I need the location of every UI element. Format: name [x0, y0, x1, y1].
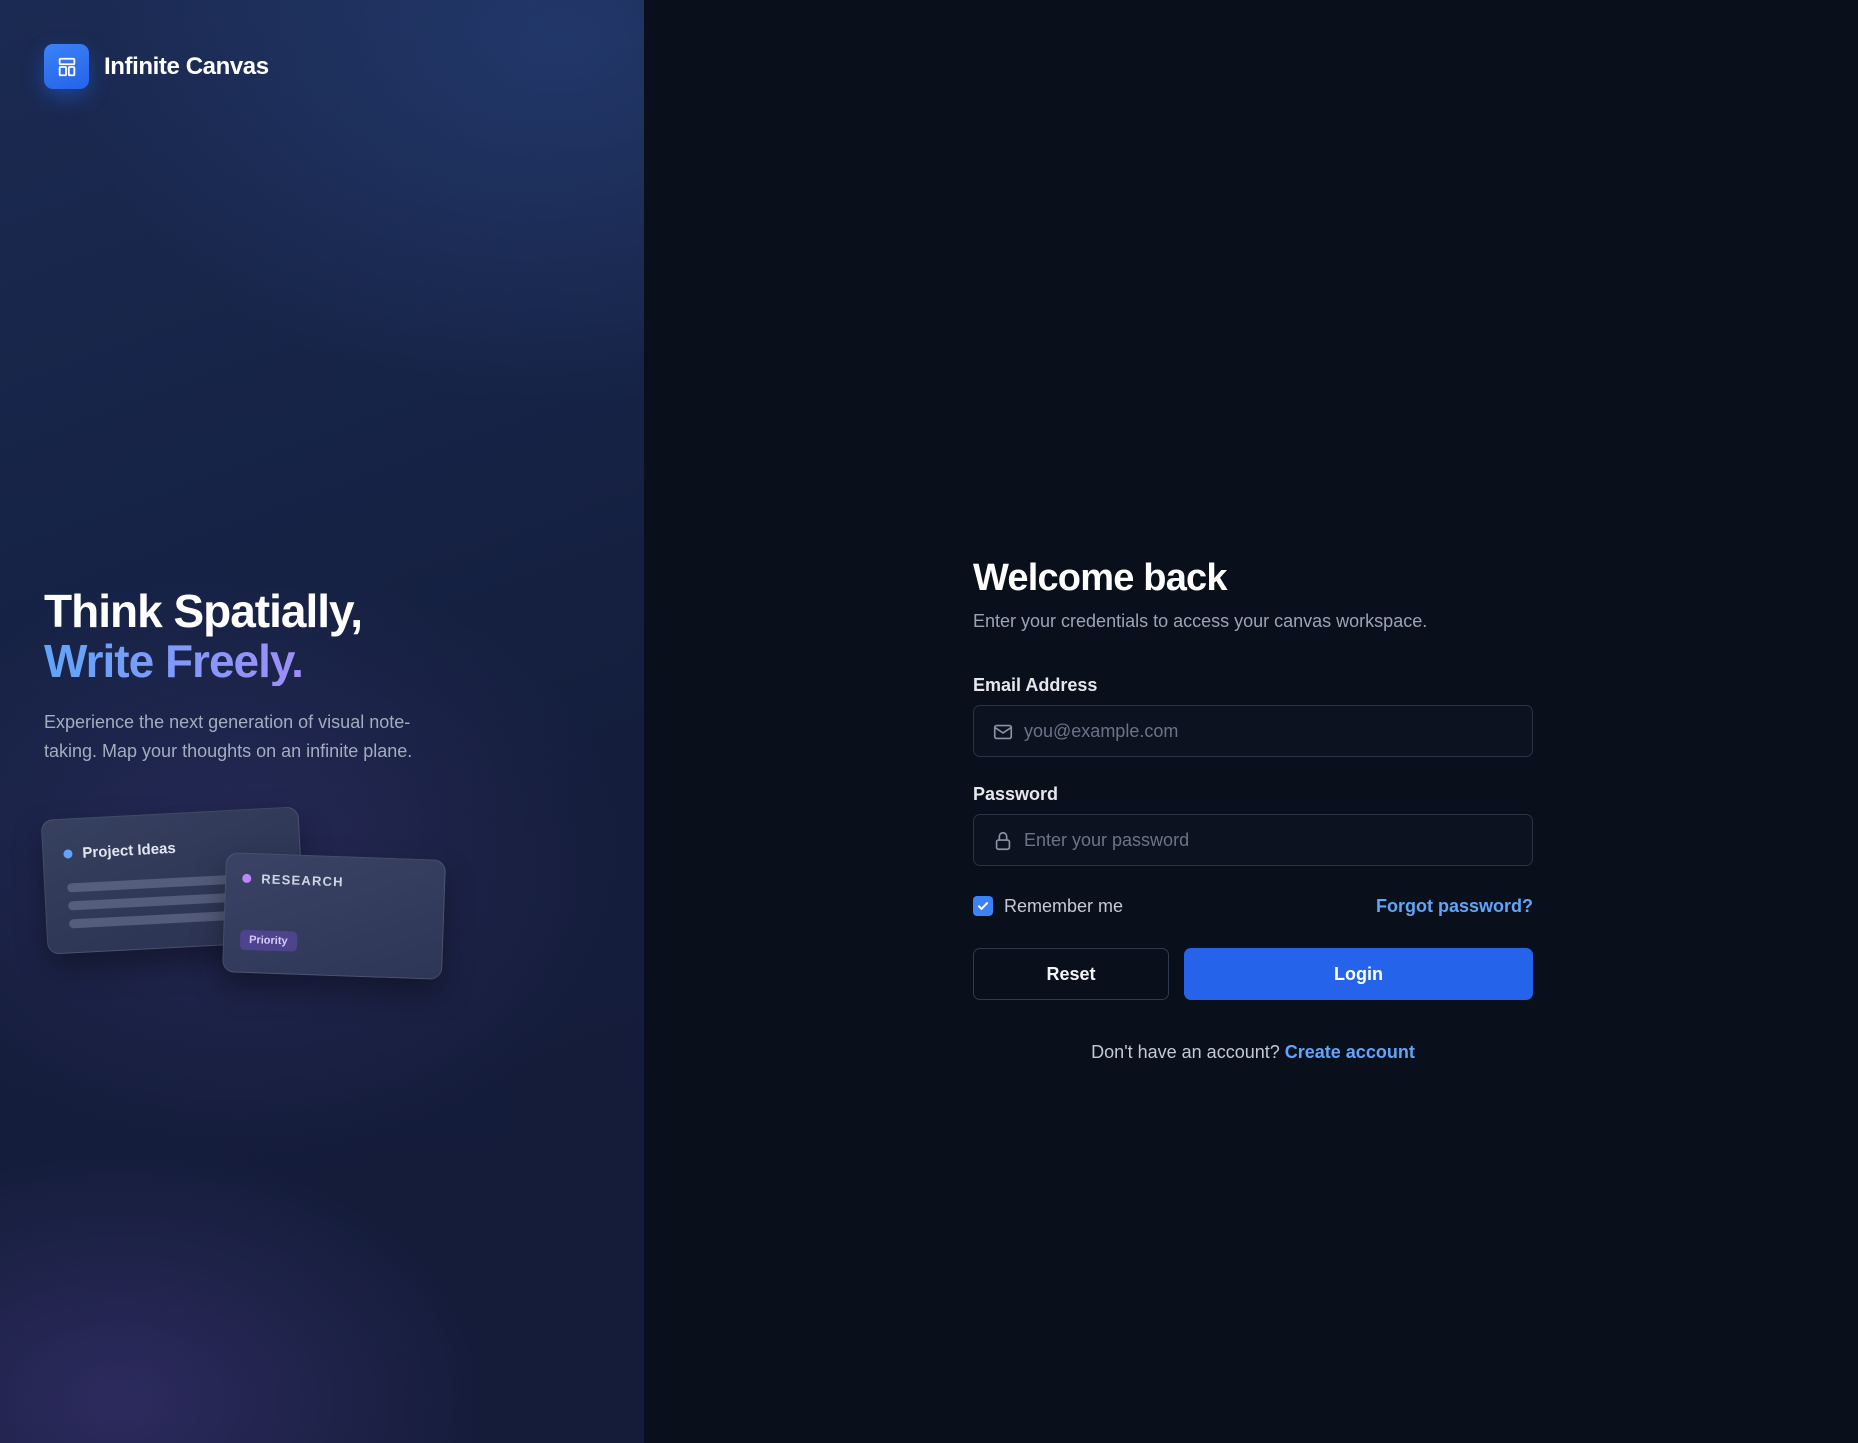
- login-form: Welcome back Enter your credentials to a…: [973, 553, 1533, 1063]
- login-subtitle: Enter your credentials to access your ca…: [973, 611, 1428, 631]
- email-input[interactable]: [1024, 706, 1520, 756]
- lock-icon: [995, 831, 1011, 851]
- hero: Think Spatially, Write Freely. Experienc…: [44, 586, 564, 766]
- text-line: [68, 910, 240, 929]
- check-icon: [977, 902, 989, 910]
- remember-me[interactable]: Remember me: [973, 896, 1123, 917]
- priority-badge: Priority: [239, 929, 297, 952]
- email-label: Email Address: [973, 675, 1098, 695]
- form-options: Remember me Forgot password?: [973, 894, 1533, 918]
- dot-icon: [63, 849, 73, 859]
- password-field[interactable]: [973, 814, 1533, 866]
- card-title-text: RESEARCH: [260, 871, 345, 890]
- login-title: Welcome back: [973, 557, 1228, 599]
- form-buttons: Reset Login: [973, 948, 1533, 1000]
- password-label: Password: [973, 784, 1059, 804]
- login-panel: Welcome back Enter your credentials to a…: [644, 0, 1858, 1443]
- login-page: Infinite Canvas Think Spatially, Write F…: [0, 0, 1858, 1443]
- hero-line-1: Think Spatially,: [44, 585, 363, 637]
- login-button[interactable]: Login: [1184, 948, 1533, 1000]
- layout-icon: [44, 44, 89, 89]
- password-input[interactable]: [1024, 815, 1520, 865]
- create-account-link[interactable]: Create account: [1285, 1042, 1415, 1062]
- research-card: RESEARCH Priority: [221, 852, 447, 980]
- reset-button[interactable]: Reset: [973, 948, 1169, 1000]
- text-line: [67, 874, 238, 893]
- forgot-password-link[interactable]: Forgot password?: [1376, 896, 1533, 917]
- remember-checkbox[interactable]: [973, 896, 993, 916]
- card-title-text: Project Ideas: [82, 839, 177, 862]
- hero-line-2: Write Freely.: [44, 636, 564, 686]
- dot-icon: [242, 873, 252, 884]
- signup-prompt: Don't have an account? Create account: [973, 1042, 1533, 1063]
- card-title: RESEARCH: [242, 871, 345, 890]
- email-field[interactable]: [973, 705, 1533, 757]
- remember-label: Remember me: [1004, 895, 1124, 916]
- card-title: Project Ideas: [63, 840, 176, 863]
- hero-description: Experience the next generation of visual…: [44, 712, 413, 761]
- mail-icon: [993, 724, 1013, 740]
- brand: Infinite Canvas: [44, 44, 269, 89]
- hero-heading: Think Spatially, Write Freely.: [44, 586, 564, 686]
- signup-prompt-text: Don't have an account?: [1091, 1042, 1280, 1062]
- text-line: [67, 892, 239, 911]
- brand-name: Infinite Canvas: [104, 52, 269, 80]
- hero-panel: Infinite Canvas Think Spatially, Write F…: [0, 0, 644, 1443]
